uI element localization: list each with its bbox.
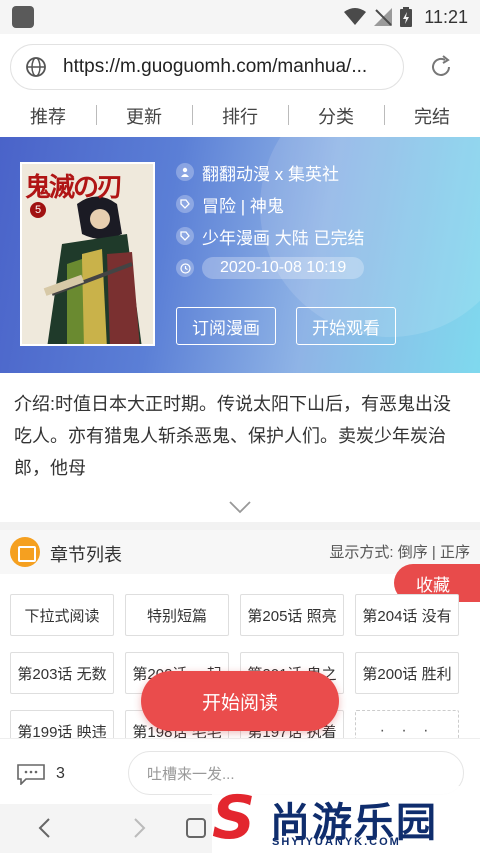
comment-icon[interactable] <box>16 763 46 785</box>
app-notification-icon <box>12 6 34 28</box>
address-bar[interactable]: https://m.guoguomh.com/manhua/... <box>10 44 404 90</box>
battery-icon <box>400 7 413 27</box>
chapter-item[interactable]: 特别短篇 <box>125 594 229 636</box>
tab-updates[interactable]: 更新 <box>96 103 192 129</box>
cover-volume: 5 <box>30 202 46 218</box>
publisher: 翻翻动漫 x 集英社 <box>202 164 339 184</box>
clock-icon <box>176 259 194 277</box>
status-time: 11:21 <box>424 6 468 27</box>
genre-row: 冒险 | 神鬼 <box>176 192 284 216</box>
tag-icon <box>176 195 194 213</box>
cover-title: 鬼滅の刃 <box>25 173 123 203</box>
url-text[interactable]: https://m.guoguomh.com/manhua/... <box>63 56 393 78</box>
book-icon <box>10 537 40 567</box>
chapter-item[interactable]: 第204话 没有 <box>355 594 459 636</box>
update-time: 2020-10-08 10:19 <box>202 257 365 279</box>
status-bar: 11:21 <box>0 0 480 34</box>
back-icon[interactable] <box>34 816 58 840</box>
chevron-down-icon[interactable] <box>228 500 252 514</box>
comic-cover[interactable]: 鬼滅の刃 5 <box>20 162 155 346</box>
comment-count: 3 <box>56 765 65 782</box>
update-row: 2020-10-08 10:19 <box>176 256 365 280</box>
chapter-item[interactable]: 第205话 照亮 <box>240 594 344 636</box>
publisher-row: 翻翻动漫 x 集英社 <box>176 160 339 184</box>
no-signal-icon <box>374 8 393 26</box>
comic-intro: 介绍:时值日本大正时期。传说太阳下山后，有恶鬼出没吃人。亦有猎鬼人斩杀恶鬼、保护… <box>14 394 451 478</box>
tabs-icon[interactable] <box>184 816 208 840</box>
reload-icon[interactable] <box>428 54 454 80</box>
subscribe-button[interactable]: 订阅漫画 <box>176 307 276 345</box>
watermark-s-glyph: S <box>212 783 256 853</box>
tab-ranking[interactable]: 排行 <box>192 103 288 129</box>
start-watch-button[interactable]: 开始观看 <box>296 307 396 345</box>
chapter-list-title: 章节列表 <box>50 545 122 565</box>
sort-toggle[interactable]: 显示方式: 倒序 | 正序 <box>329 541 470 562</box>
forward-icon[interactable] <box>126 816 150 840</box>
tab-completed[interactable]: 完结 <box>384 103 480 129</box>
start-reading-button[interactable]: 开始阅读 <box>141 671 339 731</box>
chapter-item[interactable]: 第200话 胜利 <box>355 652 459 694</box>
genres: 冒险 | 神鬼 <box>202 196 284 216</box>
category: 少年漫画 大陆 已完结 <box>202 228 365 248</box>
user-icon <box>176 163 194 181</box>
globe-icon <box>26 57 46 77</box>
category-row: 少年漫画 大陆 已完结 <box>176 224 364 248</box>
tab-categories[interactable]: 分类 <box>288 103 384 129</box>
chapter-item[interactable]: 第203话 无数 <box>10 652 114 694</box>
wifi-icon <box>344 8 367 25</box>
section-divider <box>0 522 480 530</box>
watermark-logo: S 尚游乐园 SHYIYUANYK.COM <box>212 786 480 853</box>
comic-header: 鬼滅の刃 5 翻翻动漫 x 集英社 冒险 | 神鬼 少年漫画 大陆 已完结 20… <box>0 137 480 373</box>
tab-recommend[interactable]: 推荐 <box>0 103 96 129</box>
category-nav: 推荐 更新 排行 分类 完结 <box>0 96 480 136</box>
tag-icon <box>176 227 194 245</box>
chapter-item[interactable]: 下拉式阅读 <box>10 594 114 636</box>
watermark-en: SHYIYUANYK.COM <box>272 836 401 848</box>
